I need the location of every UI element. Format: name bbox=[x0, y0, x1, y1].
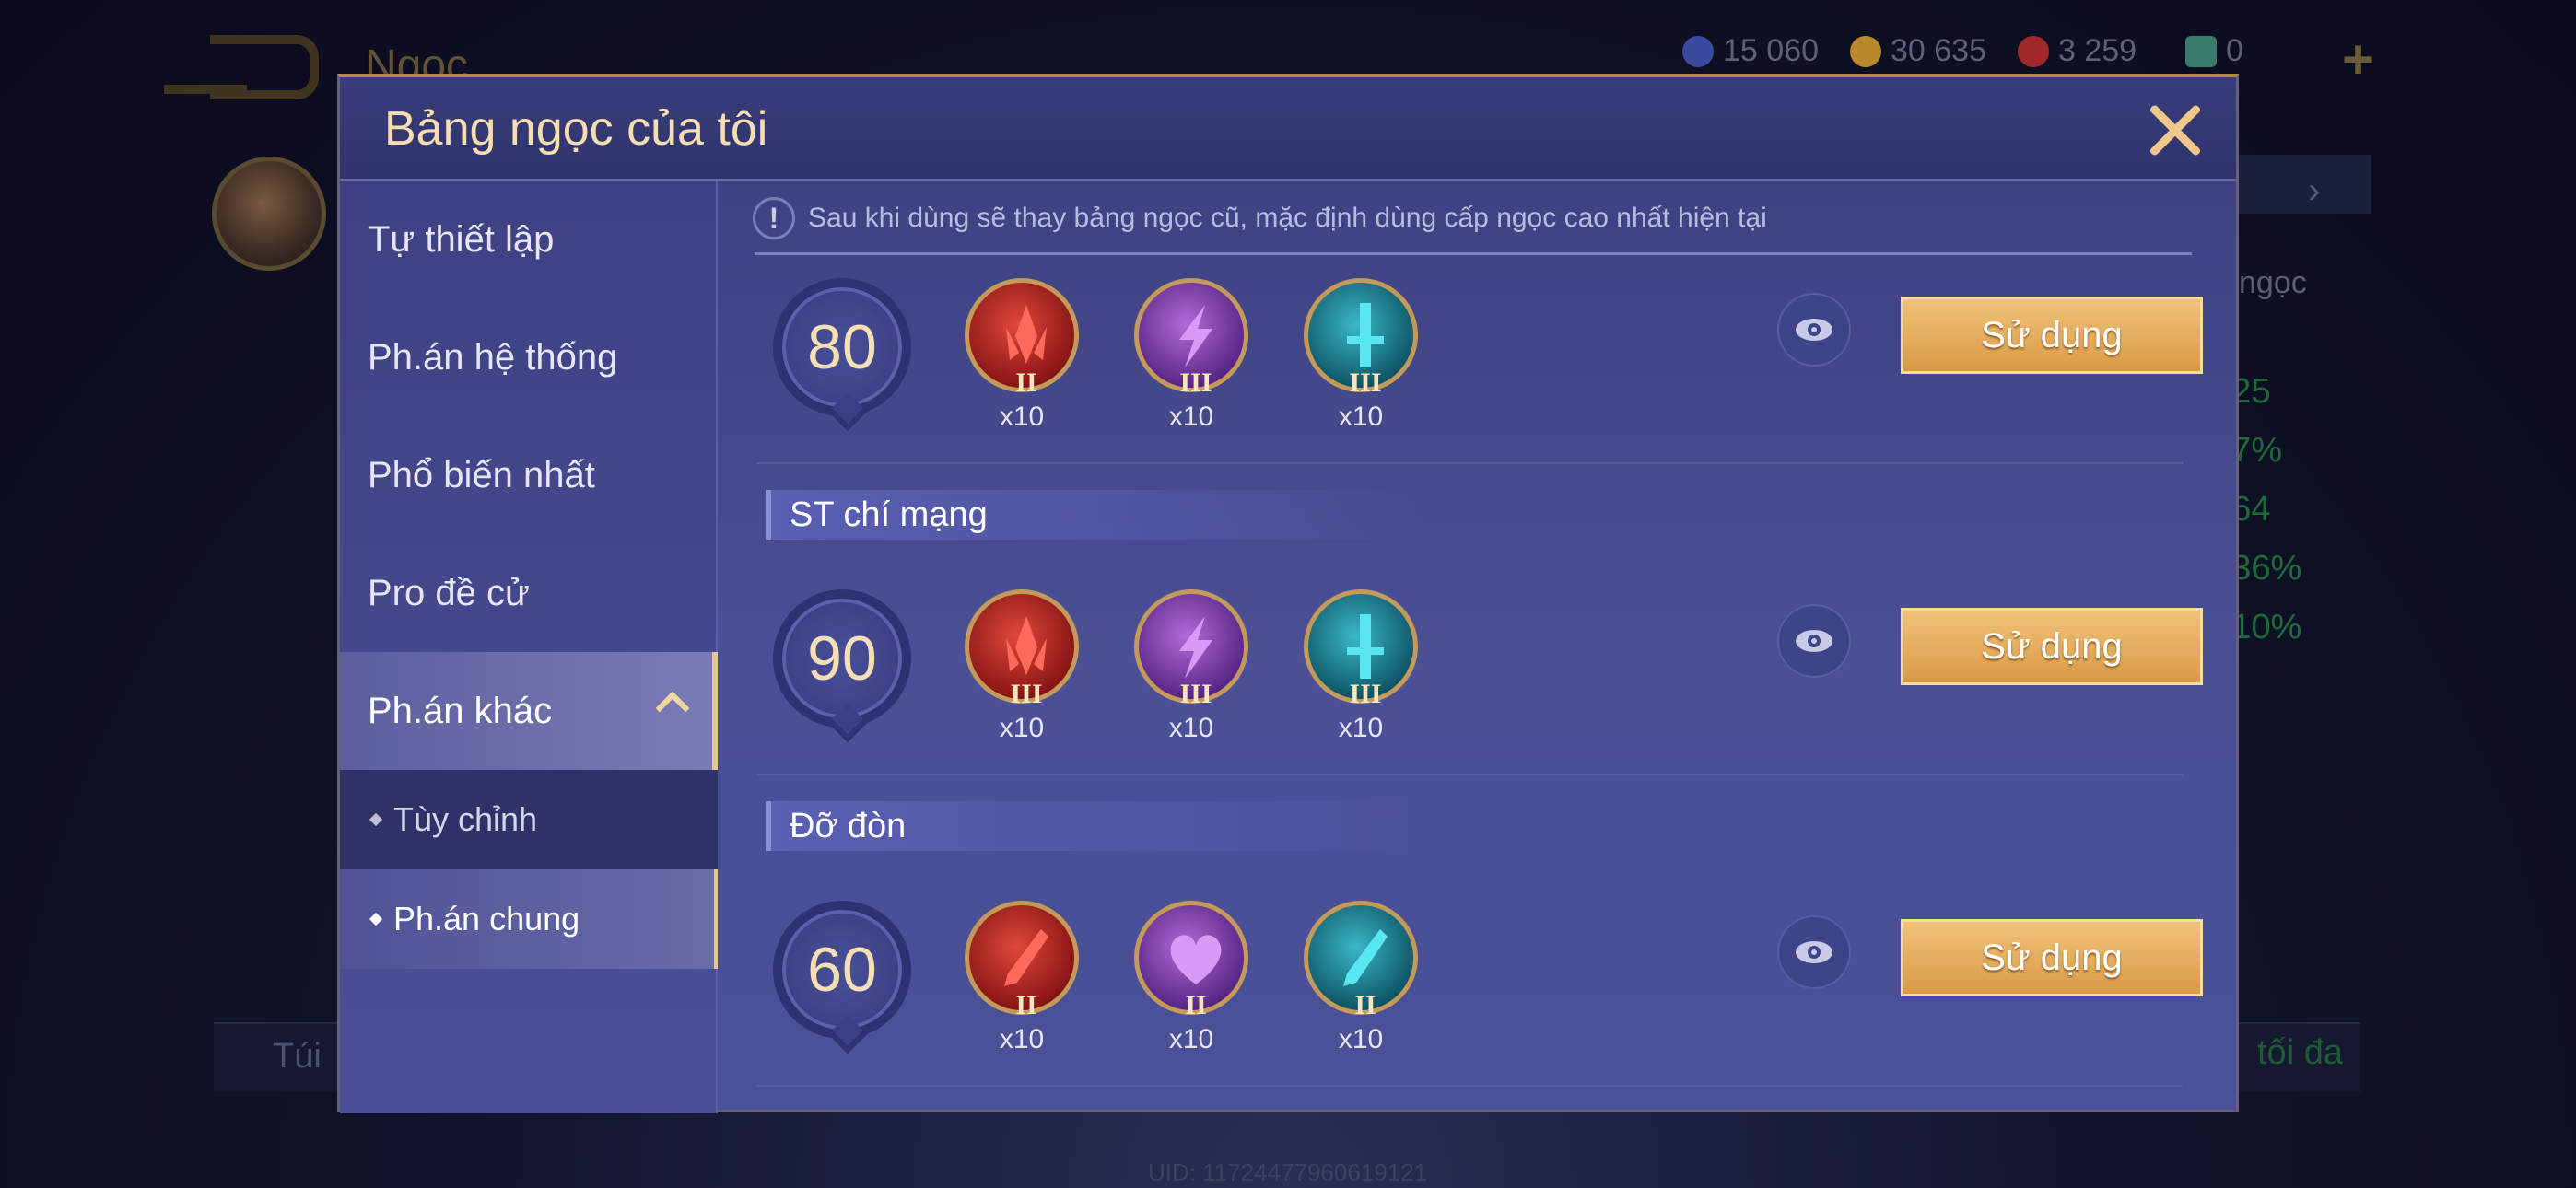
divider bbox=[756, 462, 2183, 464]
currency-red-gem: 3 259 bbox=[2018, 33, 2137, 69]
red-spike-gem-icon: III bbox=[965, 589, 1079, 709]
hero-avatar bbox=[212, 157, 326, 271]
uid-text: UID: 11724477960619121 bbox=[1148, 1159, 1428, 1186]
dialog-title: Bảng ngọc của tôi bbox=[384, 102, 768, 156]
blue-gem-icon bbox=[1682, 35, 1714, 67]
gem-quantity: x10 bbox=[999, 1024, 1045, 1054]
sidebar-subitem-customize[interactable]: Tùy chỉnh bbox=[340, 770, 718, 869]
cyan-blade-gem-icon: II bbox=[1304, 901, 1418, 1020]
use-button[interactable]: Sử dụng bbox=[1901, 919, 2203, 996]
setup-section-label: ST chí mạng bbox=[766, 490, 1429, 540]
red-blade-gem-icon: II bbox=[965, 901, 1079, 1020]
chevron-right-icon: › bbox=[2308, 170, 2321, 211]
diamond-bullet-icon bbox=[369, 812, 383, 827]
preview-eye-icon[interactable] bbox=[1777, 604, 1851, 678]
gem-quantity: x10 bbox=[1338, 713, 1384, 743]
cyan-sword-gem-icon: III bbox=[1304, 589, 1418, 709]
gem-setup-dialog: Bảng ngọc của tôi Tự thiết lập Ph.án hệ … bbox=[337, 74, 2239, 1113]
gem-quantity: x10 bbox=[999, 713, 1045, 743]
gem-quantity: x10 bbox=[1168, 1024, 1214, 1054]
setup-level-badge: 80 bbox=[773, 278, 911, 416]
max-label: tối đa bbox=[2257, 1033, 2343, 1072]
close-icon[interactable] bbox=[2146, 101, 2205, 160]
gem-quantity: x10 bbox=[1168, 402, 1214, 432]
currency-voucher: 0 bbox=[2185, 33, 2243, 69]
red-gem-icon bbox=[2018, 35, 2049, 67]
exclamation-icon: ! bbox=[753, 197, 795, 239]
gem-quantity: x10 bbox=[1168, 713, 1214, 743]
bag-label: Túi bbox=[273, 1037, 322, 1076]
notice: ! Sau khi dùng sẽ thay bảng ngọc cũ, mặc… bbox=[753, 197, 1767, 239]
notice-text: Sau khi dùng sẽ thay bảng ngọc cũ, mặc đ… bbox=[808, 203, 1767, 233]
use-button[interactable]: Sử dụng bbox=[1901, 608, 2203, 685]
gem-quantity: x10 bbox=[999, 402, 1045, 432]
purple-lightning-gem-icon: III bbox=[1134, 278, 1248, 398]
voucher-icon bbox=[2185, 35, 2217, 67]
purple-heart-gem-icon: II bbox=[1134, 901, 1248, 1020]
divider bbox=[756, 774, 2183, 775]
gem-setup-row: 80 II x10 III x10 III x10 Sử dụng bbox=[340, 278, 2236, 435]
gem-quantity: x10 bbox=[1338, 402, 1384, 432]
gold-coin-icon bbox=[1850, 35, 1881, 67]
currency-blue-gem: 15 060 bbox=[1682, 33, 1819, 69]
setup-level-badge: 60 bbox=[773, 901, 911, 1039]
add-currency-icon[interactable]: + bbox=[2342, 28, 2374, 91]
use-button[interactable]: Sử dụng bbox=[1901, 297, 2203, 374]
divider bbox=[755, 252, 2192, 255]
currency-gold-coin: 30 635 bbox=[1850, 33, 1986, 69]
setup-section-label: Đỡ đòn bbox=[766, 801, 1429, 851]
cyan-sword-gem-icon: III bbox=[1304, 278, 1418, 398]
setup-level-badge: 90 bbox=[773, 589, 911, 728]
gem-quantity: x10 bbox=[1338, 1024, 1384, 1054]
preview-eye-icon[interactable] bbox=[1777, 293, 1851, 367]
background-ngoc-label: ngọc bbox=[2239, 265, 2307, 300]
gem-setup-row: 60 II x10 II x10 II x10 Sử dụng bbox=[340, 901, 2236, 1057]
purple-lightning-gem-icon: III bbox=[1134, 589, 1248, 709]
red-spike-gem-icon: II bbox=[965, 278, 1079, 398]
back-icon[interactable] bbox=[164, 35, 319, 99]
preview-eye-icon[interactable] bbox=[1777, 915, 1851, 989]
dialog-header: Bảng ngọc của tôi bbox=[340, 77, 2236, 181]
divider bbox=[756, 1085, 2183, 1087]
gem-setup-row: 90 III x10 III x10 III x10 Sử dụng bbox=[340, 589, 2236, 746]
